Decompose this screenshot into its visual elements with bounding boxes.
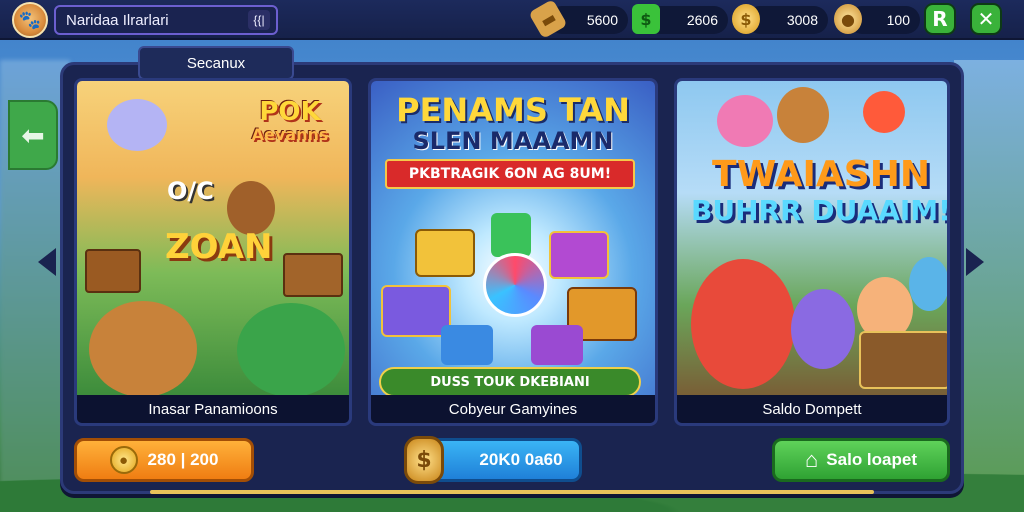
gold-chest-icon (415, 229, 475, 277)
card-3-title: TWAIASHN BUHRR DUAAIM! (691, 154, 950, 229)
card-1-button-label: 280 | 200 (147, 450, 219, 469)
game-card-1[interactable]: POK Aevanns O/C ZOAN Inasar Panamioons (74, 78, 352, 426)
card-2-banner: PKBTRAGIK 6ON AG 8UM! (385, 159, 635, 189)
coin-icon: $ (732, 4, 760, 34)
frog-mascot-icon (237, 303, 345, 397)
coin-icon: ● (109, 446, 138, 474)
carousel-next-button[interactable] (966, 248, 984, 276)
swirl-icon (863, 91, 905, 133)
background-right (954, 60, 1024, 500)
card-3-title-line1: TWAIASHN (712, 154, 930, 195)
avatar[interactable]: 🐾 (12, 2, 48, 38)
panel-bottom-trim (150, 490, 874, 494)
card-1-buy-button[interactable]: ● 280 | 200 (74, 438, 254, 482)
cash-value: 2606 (686, 12, 718, 28)
card-2-caption: Cobyeur Gamyines (371, 395, 655, 423)
player-name: Nаridaa Ilrarlari (66, 11, 169, 29)
beaver-mascot-icon (89, 301, 197, 397)
crate-icon (85, 249, 141, 293)
card-1-art-text: O/C (167, 177, 214, 205)
card-2-subtitle: SLEN MAAAMN (412, 127, 614, 155)
card-3-button-label: Salo loapet (826, 450, 917, 469)
purple-mascot-icon (791, 289, 855, 369)
card-2-offer-pill: DUSS TOUK DKEBIANI (379, 367, 641, 397)
card-3-action-button[interactable]: ⌂ Salo loapet (772, 438, 950, 482)
gold-pouch-icon: ● (834, 4, 862, 34)
card-2-title: PENAMS TAN (396, 91, 630, 129)
carousel-prev-button[interactable] (38, 248, 56, 276)
purple-gem-icon (531, 325, 583, 365)
card-1-title-line2: Aevanns (251, 125, 329, 144)
card-1-logo-text: ZOAN (165, 227, 273, 267)
treasure-chest-icon (859, 331, 947, 389)
card-2-art: PENAMS TAN SLEN MAAAMN PKBTRAGIK 6ON AG … (371, 81, 655, 401)
purple-chest-icon (549, 231, 609, 279)
cash-icon: $ (632, 4, 660, 34)
pink-cat-mascot-icon (717, 95, 773, 147)
gold-value: 100 (886, 12, 910, 28)
player-level-badge: {{| (248, 10, 270, 30)
back-button[interactable]: ⬅ (8, 100, 58, 170)
beaver-face-icon: 🐾 (18, 9, 42, 31)
card-1-art: POK Aevanns O/C ZOAN (77, 81, 349, 401)
card-3-art: TWAIASHN BUHRR DUAAIM! (677, 81, 947, 401)
card-1-caption: Inasar Panamioons (77, 395, 349, 423)
blue-gem-icon (441, 325, 493, 365)
card-1-title: POK Aevanns (235, 99, 345, 145)
r-icon: R (932, 7, 948, 31)
player-name-box[interactable]: Nаridaa Ilrarlari {{| (54, 5, 278, 35)
card-2-button-label: 20K0 0a60 (479, 450, 563, 469)
green-gem-icon (491, 213, 531, 257)
panel-tab[interactable]: Secanux (138, 46, 294, 80)
game-card-3[interactable]: TWAIASHN BUHRR DUAAIM! Saldo Dompett (674, 78, 950, 426)
card-1-title-line1: POK (259, 97, 321, 127)
coins-value: 3008 (786, 12, 818, 28)
game-card-2[interactable]: PENAMS TAN SLEN MAAAMN PKBTRAGIK 6ON AG … (368, 78, 658, 426)
treasure-chest-icon (283, 253, 343, 297)
arrow-left-icon: ⬅ (21, 118, 45, 152)
card-2-buy-button[interactable]: 20K0 0a60 (430, 438, 582, 482)
blue-mascot-icon (909, 257, 947, 311)
bear-mascot-icon (777, 87, 829, 143)
home-icon: ⌂ (805, 447, 819, 472)
close-icon: ✕ (977, 7, 995, 31)
gold-coin-icon: $ (404, 436, 444, 484)
card-3-caption: Saldo Dompett (677, 395, 947, 423)
swirl-orb-icon (483, 253, 547, 317)
top-bar: 🐾 Nаridaa Ilrarlari {{| 5600 ▬ 2606 $ 30… (0, 0, 1024, 40)
red-mascot-icon (691, 259, 795, 389)
close-button[interactable]: ✕ (970, 3, 1002, 35)
cat-mascot-icon (107, 99, 167, 151)
card-3-title-line2: BUHRR DUAAIM! (691, 194, 950, 227)
info-button[interactable]: R (924, 3, 956, 35)
tickets-value: 5600 (586, 12, 618, 28)
